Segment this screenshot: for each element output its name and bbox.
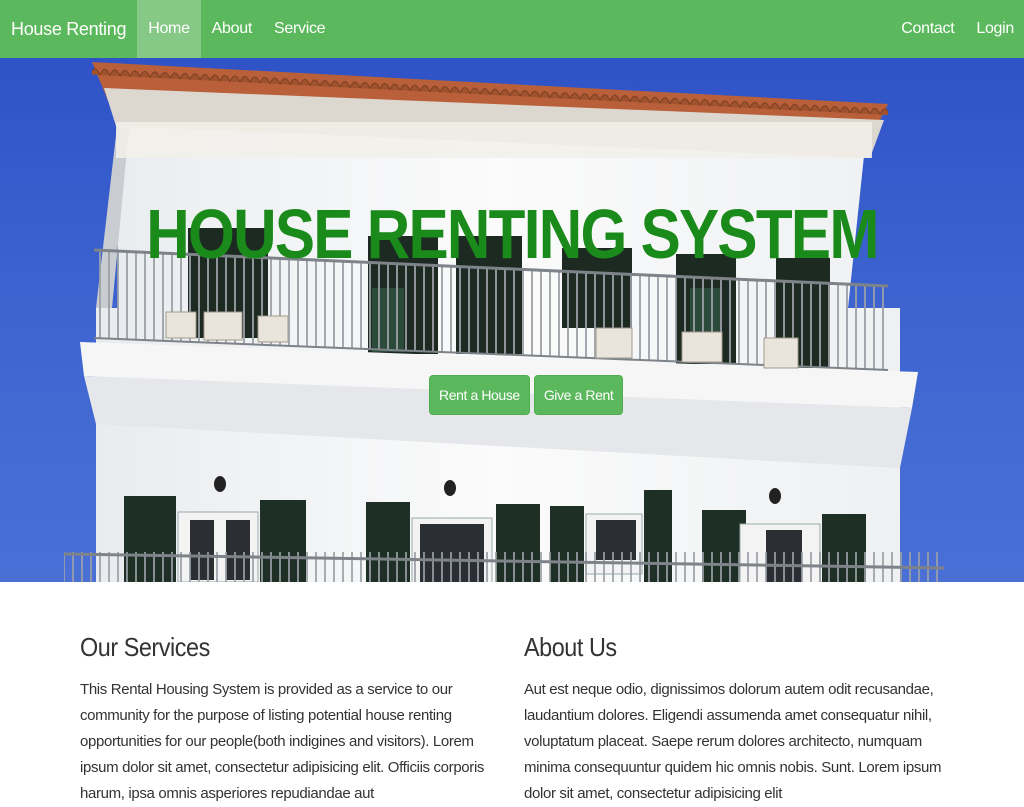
nav-login[interactable]: Login <box>965 0 1024 58</box>
nav-about[interactable]: About <box>201 0 263 58</box>
about-text: Aut est neque odio, dignissimos dolorum … <box>524 681 942 802</box>
services-text: This Rental Housing System is provided a… <box>80 681 485 802</box>
hero-banner: HOUSE RENTING SYSTEM Rent a House Give a… <box>0 58 1024 582</box>
navbar: House Renting Home About Service Contact… <box>0 0 1024 58</box>
building-photo <box>63 62 945 582</box>
nav-home[interactable]: Home <box>137 0 201 58</box>
about-heading: About Us <box>524 632 617 662</box>
nav-left: Home About Service <box>137 0 336 58</box>
give-rent-button[interactable]: Give a Rent <box>533 375 624 415</box>
about-section: About Us Aut est neque odio, dignissimos… <box>524 632 949 807</box>
nav-service[interactable]: Service <box>263 0 336 58</box>
main-content: Our Services This Rental Housing System … <box>0 582 1024 802</box>
nav-contact[interactable]: Contact <box>890 0 965 58</box>
services-heading: Our Services <box>80 632 210 662</box>
nav-right: Contact Login <box>890 0 1024 58</box>
brand-link[interactable]: House Renting <box>0 0 137 58</box>
rent-house-button[interactable]: Rent a House <box>429 375 530 415</box>
services-section: Our Services This Rental Housing System … <box>80 632 505 807</box>
hero-title: HOUSE RENTING SYSTEM <box>146 195 879 273</box>
hero-actions: Rent a House Give a Rent <box>429 375 624 415</box>
